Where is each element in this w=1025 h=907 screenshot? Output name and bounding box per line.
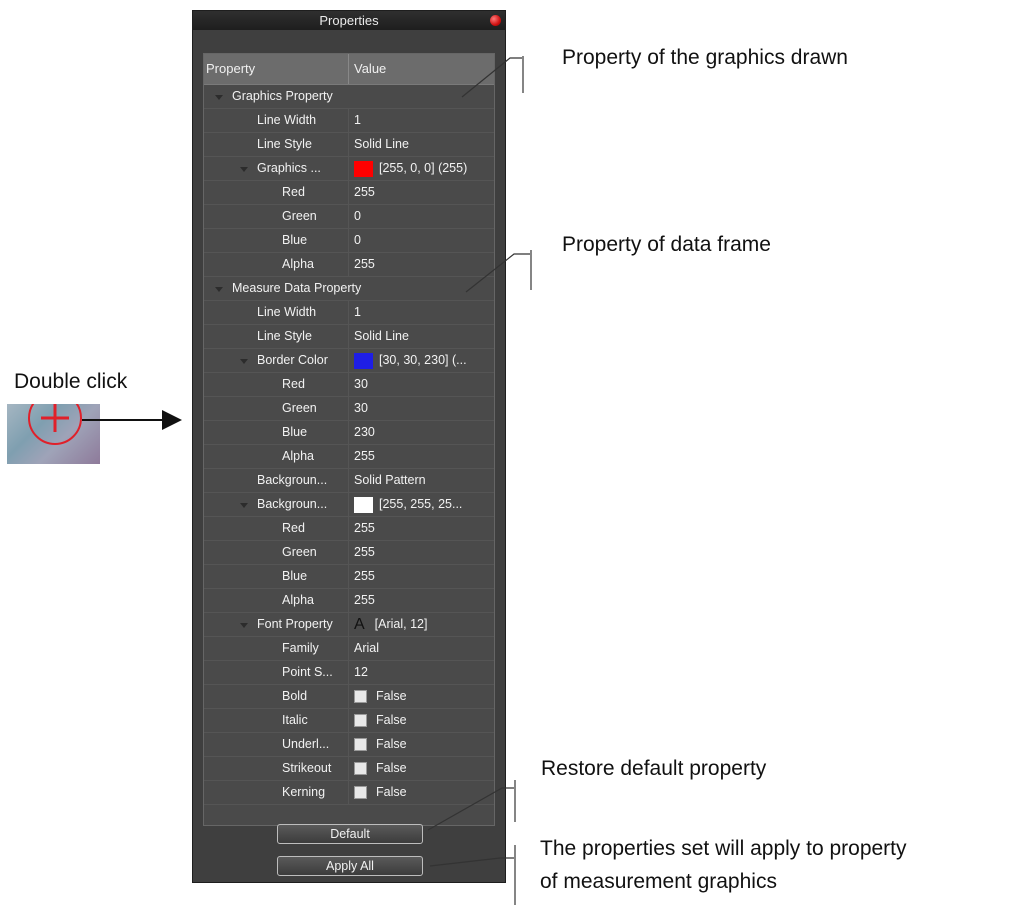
annotation-leader-lines: [82, 56, 532, 905]
